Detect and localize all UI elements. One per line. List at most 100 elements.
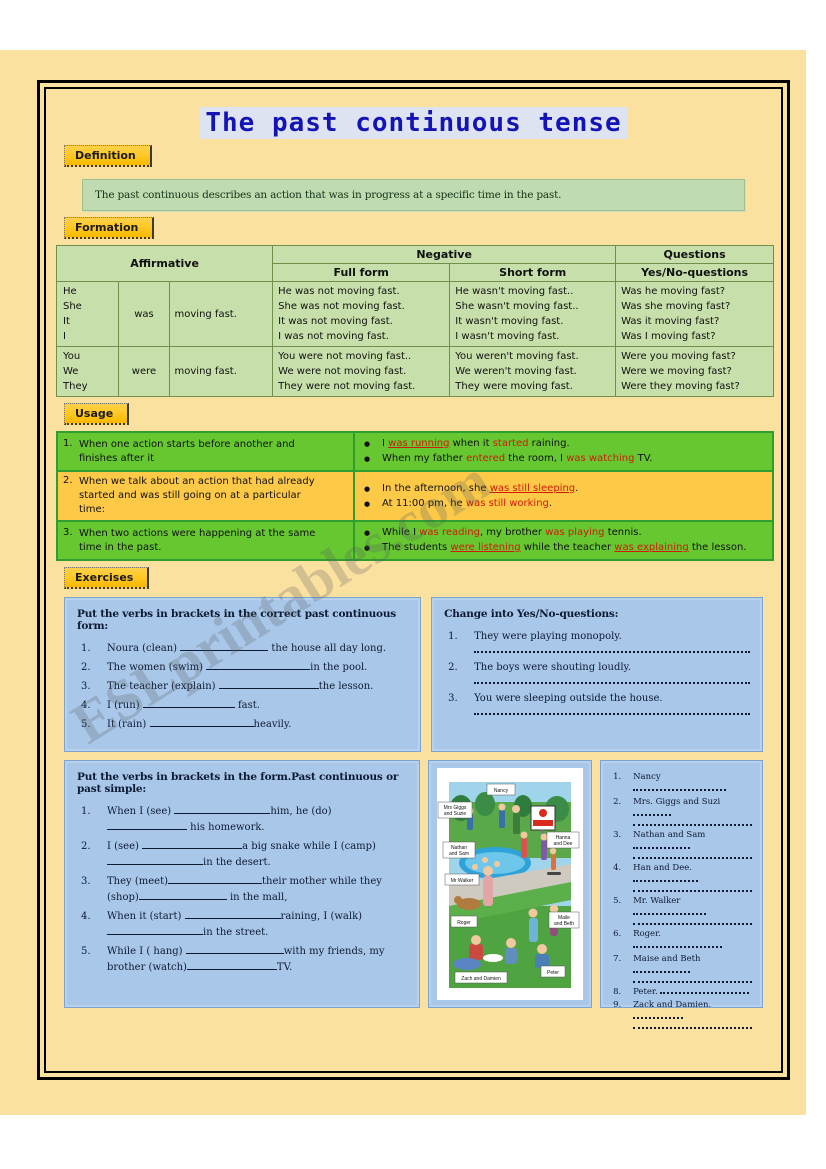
header-affirmative: Affirmative (55, 245, 274, 282)
item-number: 3. (448, 693, 458, 704)
aux-were: were (118, 346, 170, 397)
item-number: 1. (81, 643, 91, 654)
item-text: The women (swim) (107, 662, 207, 673)
rest-was: moving fast. (168, 281, 274, 347)
example-text: TV. (634, 453, 653, 464)
section-tab-formation: Formation (64, 217, 155, 239)
answer-blank[interactable] (186, 969, 277, 970)
answer-dotted-line[interactable] (474, 681, 750, 684)
name-answer-item: 2. Mrs. Giggs and Suzi (611, 796, 752, 820)
answer-dotted-line[interactable] (633, 1026, 752, 1029)
answer-dotted-line[interactable] (633, 879, 699, 882)
exercise-2-heading: Change into Yes/No-questions: (444, 608, 619, 620)
name-label: Nancy (633, 772, 661, 782)
worksheet-outer-frame: The past continuous tense Definition The… (37, 80, 790, 1080)
question-was: Was he moving fast? Was she moving fast?… (615, 281, 774, 347)
answer-dotted-line[interactable] (633, 846, 691, 849)
usage-row: 3. When two actions were happening at the… (56, 520, 774, 561)
item-number: 2. (613, 797, 622, 807)
usage-row: 1. When one action starts before another … (56, 431, 774, 472)
usage-rule-text: When two actions were happening at the s… (79, 527, 316, 553)
item-text: a big snake while I (camp) (242, 841, 376, 852)
answer-dotted-line[interactable] (633, 922, 752, 925)
exercise-3-heading: Put the verbs in brackets in the form.Pa… (77, 771, 399, 795)
short-form-were: You weren't moving fast. We weren't movi… (449, 346, 617, 397)
item-text: When it (start) (107, 911, 185, 922)
item-text: I (run) (107, 700, 143, 711)
item-number: 3. (81, 681, 91, 692)
answer-dotted-line[interactable] (633, 813, 671, 816)
exercise-1-heading: Put the verbs in brackets in the correct… (77, 608, 396, 632)
answer-dotted-line[interactable] (633, 889, 752, 892)
answer-blank[interactable] (149, 726, 254, 727)
header-questions: Questions (615, 245, 774, 264)
answer-dotted-line[interactable] (633, 1016, 683, 1019)
svg-text:Nancy: Nancy (494, 788, 509, 794)
past-simple-highlight: was watching (566, 453, 635, 464)
svg-text:and Beth: and Beth (554, 921, 574, 927)
names-list: 1. Nancy 2. Mrs. Giggs and Suzi 3. Nathan a… (611, 771, 752, 1029)
answer-blank[interactable] (218, 688, 319, 689)
exercise-row-bottom: Put the verbs in brackets in the form.Pa… (64, 760, 763, 1029)
definition-box: The past continuous describes an action … (82, 179, 745, 211)
name-label: Mr. Walker (633, 896, 681, 906)
answer-dotted-line[interactable] (633, 856, 752, 859)
answer-blank[interactable] (142, 707, 235, 708)
item-number: 5. (81, 946, 91, 957)
answer-blank[interactable] (107, 864, 203, 865)
item-number: 2. (448, 662, 458, 673)
answer-blank[interactable] (168, 883, 262, 884)
item-text: While I ( hang) (107, 946, 186, 957)
answer-dotted-line[interactable] (633, 823, 752, 826)
answer-dotted-line[interactable] (633, 980, 752, 983)
pronouns-were: You We They (55, 346, 120, 397)
answer-dotted-line[interactable] (660, 991, 750, 994)
answer-dotted-line[interactable] (633, 945, 722, 948)
answer-blank[interactable] (184, 918, 281, 919)
answer-blank[interactable] (185, 953, 284, 954)
answer-dotted-line[interactable] (633, 970, 691, 973)
exercise-1-item: 3. The teacher (explain) the lesson. (77, 679, 408, 695)
header-short-form: Short form (449, 263, 617, 282)
item-text: him, he (do) (270, 806, 332, 817)
page-title: The past continuous tense (199, 107, 628, 139)
example-text: In the afternoon, she (382, 482, 490, 494)
item-text: They (meet) (107, 876, 168, 887)
usage-tab-row: Usage (64, 403, 771, 425)
answer-blank[interactable] (107, 829, 187, 830)
answer-blank[interactable] (138, 899, 227, 900)
item-number: 8. (613, 987, 622, 997)
item-number: 7. (613, 954, 622, 964)
example-text: when it (449, 438, 493, 449)
item-number: 1. (448, 631, 458, 642)
item-text: TV. (276, 962, 293, 973)
answer-dotted-line[interactable] (633, 912, 707, 915)
item-text: heavily. (253, 719, 292, 730)
item-number: 9. (613, 1000, 622, 1010)
names-answer-box: 1. Nancy 2. Mrs. Giggs and Suzi 3. Nathan a… (600, 760, 763, 1029)
usage-example: The students were listening while the te… (360, 541, 767, 555)
example-text: . (548, 497, 553, 509)
exercise-1-list: 1. Noura (clean) the house all day long. 2… (77, 641, 408, 733)
answer-blank[interactable] (142, 848, 243, 849)
past-simple-highlight: was still working (465, 497, 549, 509)
answer-blank[interactable] (180, 650, 269, 651)
usage-rule-number: 2. (63, 475, 73, 486)
item-text: When I (see) (107, 806, 175, 817)
name-answer-item: 9. Zack and Damien. (611, 999, 752, 1023)
answer-blank[interactable] (206, 669, 311, 670)
name-answer-item: 5. Mr. Walker (611, 895, 752, 919)
item-text: in the street. (203, 927, 269, 938)
example-text: The students (382, 542, 451, 553)
example-text: raining. (528, 438, 570, 449)
answer-dotted-line[interactable] (474, 712, 750, 715)
answer-dotted-line[interactable] (633, 788, 726, 791)
exercise-2-box: Change into Yes/No-questions: 1. They wer… (431, 597, 763, 752)
exercise-3-item: 3. They (meet) their mother while they (sh… (77, 874, 407, 906)
usage-example: When my father entered the room, I was w… (360, 452, 767, 466)
item-number: 3. (613, 830, 622, 840)
answer-blank[interactable] (174, 813, 271, 814)
header-yes-no: Yes/No-questions (615, 263, 774, 282)
answer-blank[interactable] (107, 934, 203, 935)
answer-dotted-line[interactable] (474, 650, 750, 653)
